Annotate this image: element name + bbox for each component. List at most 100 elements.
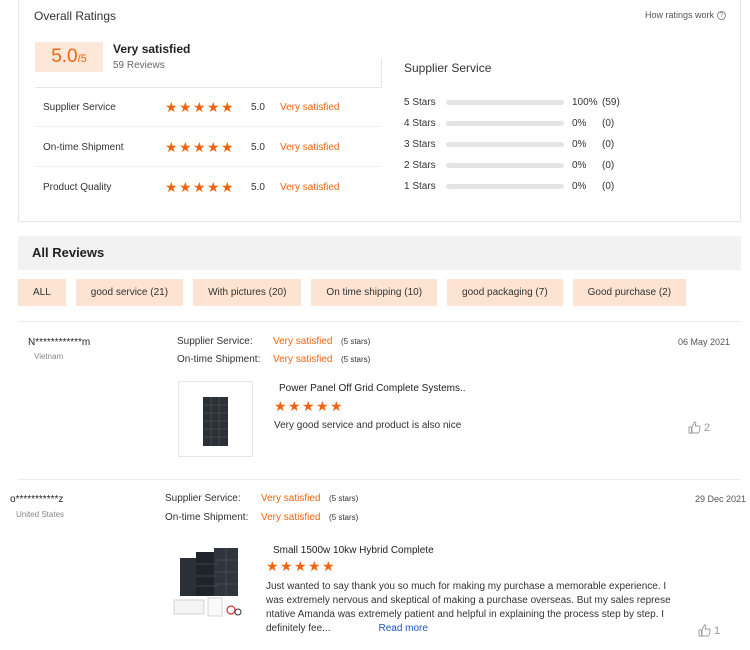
- filter-chip-good-service[interactable]: good service (21): [75, 279, 184, 306]
- solar-panel-image: [203, 397, 228, 446]
- review-rating-key: Supplier Service:: [165, 493, 241, 504]
- overall-satisfaction-label: Very satisfied: [113, 42, 191, 56]
- overall-score: 5.0: [51, 46, 78, 67]
- review-rating-value: Very satisfied: [273, 354, 333, 365]
- distribution-row: 3 Stars 0% (0): [404, 137, 644, 151]
- review-date: 29 Dec 2021: [694, 494, 746, 504]
- reviewer-country: Vietnam: [34, 352, 64, 361]
- review-rating-key: On-time Shipment:: [165, 512, 249, 523]
- review-text-line: ntative Amanda was extremely patient and…: [266, 609, 665, 620]
- star-icon: ★: [221, 99, 234, 115]
- star-icon: ★: [193, 99, 206, 115]
- star-icon: ★: [221, 139, 234, 155]
- star-icon: ★: [179, 139, 192, 155]
- review-filter-chips: ALL good service (21) With pictures (20)…: [18, 279, 687, 306]
- overall-score-badge: 5.0/5: [35, 42, 103, 72]
- distribution-label: 5 Stars: [404, 96, 436, 108]
- category-score: 5.0: [251, 181, 265, 193]
- overall-ratings-title: Overall Ratings: [34, 9, 117, 23]
- review-rating-key: On-time Shipment:: [177, 354, 261, 365]
- reviewer-name: o***********z: [10, 494, 64, 505]
- distribution-count: (0): [602, 138, 615, 150]
- star-icon: ★: [266, 558, 279, 574]
- review-on-time-shipment: On-time Shipment: Very satisfied (5 star…: [165, 512, 358, 523]
- star-icon: ★: [316, 398, 329, 414]
- star-rating: ★ ★ ★ ★ ★: [165, 139, 234, 155]
- review-supplier-service: Supplier Service: Very satisfied (5 star…: [165, 493, 358, 504]
- distribution-label: 3 Stars: [404, 138, 436, 150]
- review-text: Just wanted to say thank you so much for…: [266, 580, 706, 636]
- distribution-count: (0): [602, 180, 615, 192]
- distribution-count: (0): [602, 159, 615, 171]
- help-icon[interactable]: ?: [717, 10, 726, 20]
- category-score: 5.0: [251, 102, 265, 113]
- star-icon: ★: [165, 139, 178, 155]
- reviewer-name: N************m: [28, 337, 91, 348]
- category-label: Product Quality: [43, 181, 112, 193]
- product-thumbnail[interactable]: [166, 540, 246, 625]
- overall-score-denominator: /5: [77, 53, 87, 65]
- star-icon: ★: [207, 139, 220, 155]
- review-text-line: Just wanted to say thank you so much for…: [266, 581, 667, 592]
- star-icon: ★: [302, 398, 315, 414]
- hybrid-system-image: [173, 548, 242, 617]
- panel-divider: [35, 87, 382, 88]
- star-rating: ★ ★ ★ ★ ★: [165, 178, 234, 195]
- review-text: Very good service and product is also ni…: [274, 420, 462, 431]
- review-rating-stars: (5 stars): [329, 513, 359, 522]
- star-icon: ★: [330, 398, 343, 414]
- category-label: Supplier Service: [43, 102, 116, 113]
- distribution-bar: [446, 162, 564, 168]
- category-row-product-quality: Product Quality ★ ★ ★ ★ ★ 5.0 Very satisfied: [35, 168, 381, 206]
- star-icon: ★: [288, 398, 301, 414]
- category-satisfaction: Very satisfied: [280, 142, 340, 153]
- review-star-rating: ★ ★ ★ ★ ★: [266, 558, 335, 574]
- like-button[interactable]: 1: [698, 624, 720, 637]
- distribution-row: 5 Stars 100% (59): [404, 95, 644, 109]
- category-satisfaction: Very satisfied: [280, 102, 340, 113]
- star-icon: ★: [322, 558, 335, 574]
- distribution-percent: 0%: [572, 117, 587, 129]
- category-satisfaction: Very satisfied: [280, 181, 340, 193]
- review-text-line: was extremely nervous and skeptical of m…: [266, 595, 671, 606]
- category-score: 5.0: [251, 142, 265, 153]
- distribution-count: (0): [602, 117, 615, 129]
- read-more-link[interactable]: Read more: [378, 623, 427, 634]
- star-icon: ★: [207, 178, 220, 195]
- star-icon: ★: [179, 178, 192, 195]
- product-thumbnail[interactable]: [178, 381, 253, 457]
- distribution-percent: 100%: [572, 96, 598, 108]
- review-star-rating: ★ ★ ★ ★ ★: [274, 398, 343, 414]
- distribution-row: 4 Stars 0% (0): [404, 116, 644, 130]
- distribution-bar: [446, 183, 564, 189]
- distribution-row: 2 Stars 0% (0): [404, 158, 644, 172]
- review-date: 06 May 2021: [677, 337, 730, 347]
- star-icon: ★: [308, 558, 321, 574]
- star-icon: ★: [294, 558, 307, 574]
- review-rating-value: Very satisfied: [273, 336, 333, 347]
- thumbs-up-icon[interactable]: [698, 624, 711, 637]
- distribution-percent: 0%: [572, 159, 587, 171]
- product-title-link[interactable]: Power Panel Off Grid Complete Systems..: [279, 383, 466, 394]
- thumbs-up-icon[interactable]: [688, 421, 701, 434]
- filter-chip-with-pictures[interactable]: With pictures (20): [193, 279, 302, 306]
- star-icon: ★: [179, 99, 192, 115]
- star-icon: ★: [221, 178, 234, 195]
- filter-chip-good-purchase[interactable]: Good purchase (2): [572, 279, 687, 306]
- all-reviews-header: All Reviews: [18, 236, 741, 270]
- distribution-bar: [446, 99, 564, 105]
- product-title-link[interactable]: Small 1500w 10kw Hybrid Complete: [273, 545, 434, 556]
- filter-chip-on-time-shipping[interactable]: On time shipping (10): [311, 279, 438, 306]
- distribution-count: (59): [602, 96, 620, 108]
- star-icon: ★: [165, 99, 178, 115]
- distribution-row: 1 Stars 0% (0): [404, 179, 644, 193]
- how-ratings-work-label[interactable]: How ratings work: [645, 10, 714, 20]
- filter-chip-all[interactable]: ALL: [18, 279, 66, 306]
- overall-ratings-card: Overall Ratings How ratings work ? 5.0/5…: [18, 0, 741, 222]
- distribution-percent: 0%: [572, 138, 587, 150]
- how-ratings-work-link[interactable]: How ratings work ?: [645, 10, 726, 20]
- star-icon: ★: [207, 99, 220, 115]
- filter-chip-good-packaging[interactable]: good packaging (7): [447, 279, 563, 306]
- like-button[interactable]: 2: [688, 421, 710, 434]
- like-count: 2: [704, 421, 711, 434]
